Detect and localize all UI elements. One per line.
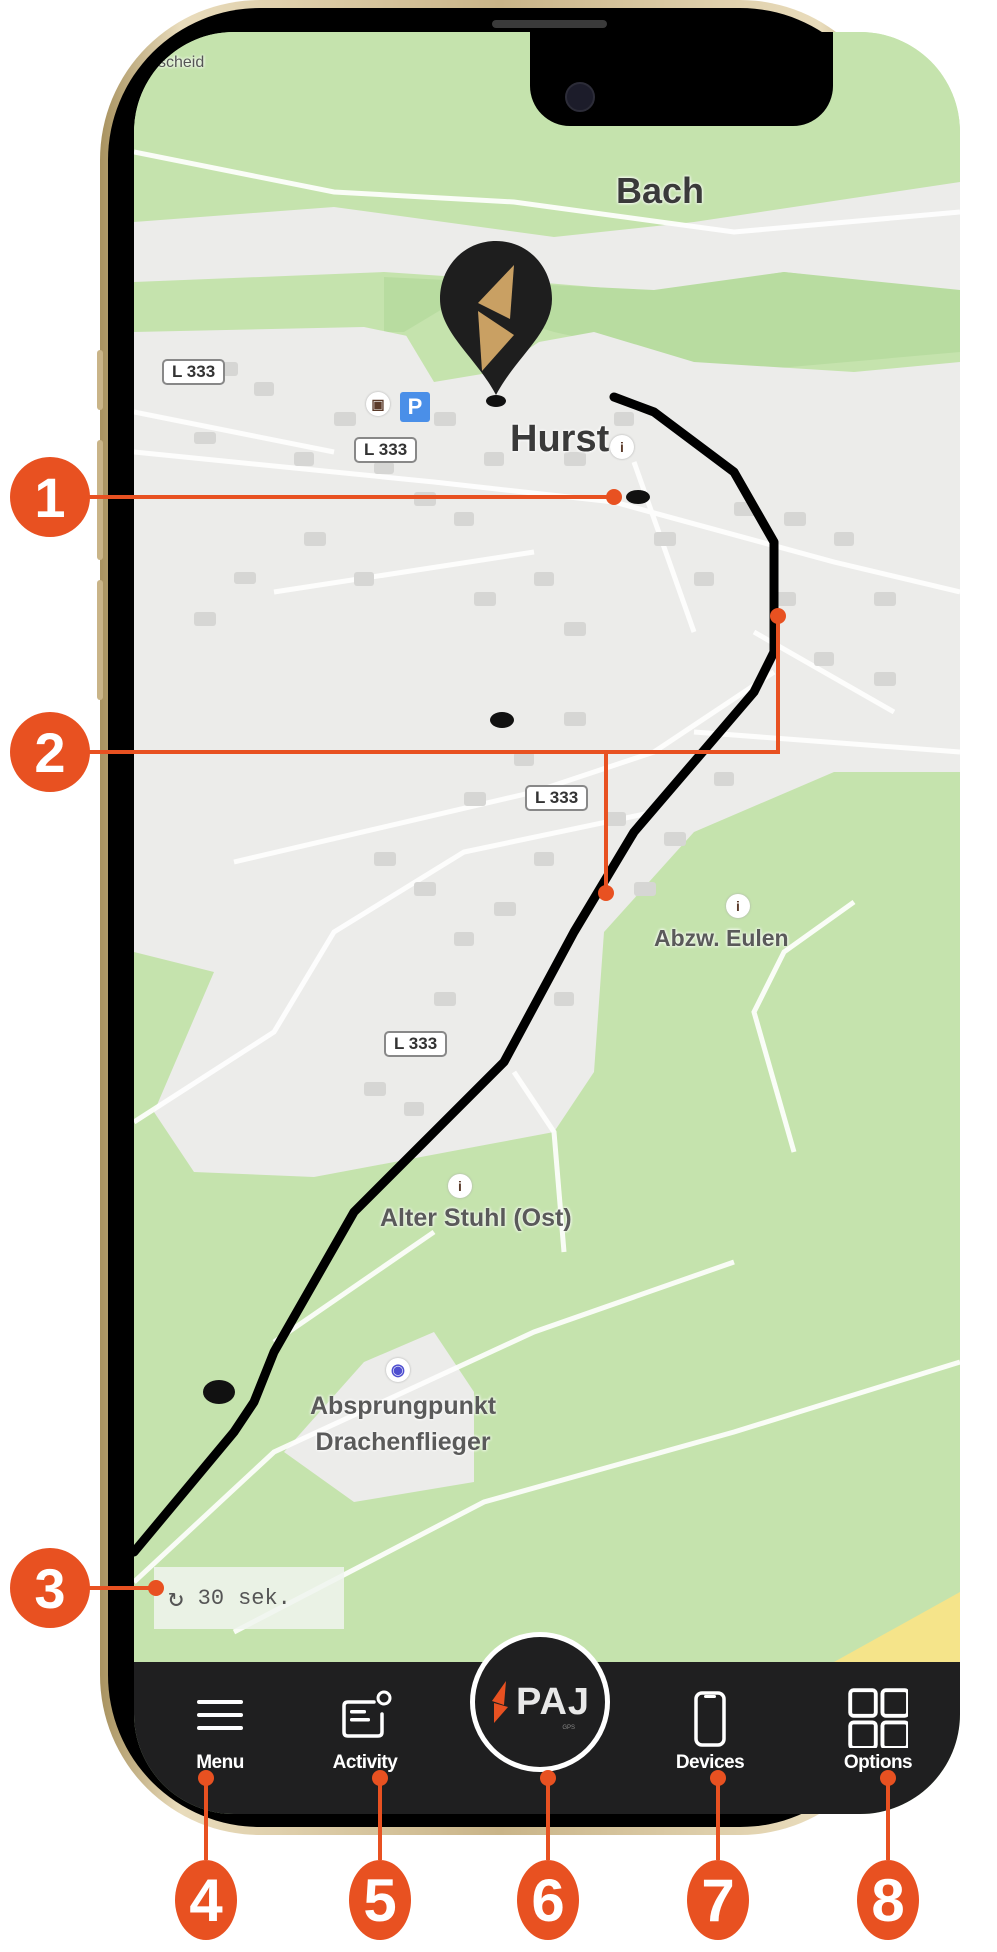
paj-logo-subtext: GPS [562, 1725, 575, 1731]
parking-icon[interactable]: P [400, 392, 430, 422]
nav-devices-label: Devices [675, 1752, 745, 1773]
track-point[interactable] [203, 1380, 235, 1404]
nav-devices-button[interactable]: Devices [650, 1688, 770, 1774]
nav-menu-button[interactable]: Menu [170, 1688, 270, 1774]
nav-options-label: Options [843, 1752, 913, 1773]
smartphone-icon [694, 1691, 726, 1747]
place-label-bach[interactable]: Bach [616, 170, 704, 212]
map-view[interactable]: i Halscheid Bach Hurst i ▣ P L 333 L 333… [134, 32, 960, 1662]
phone-notch [530, 32, 833, 126]
side-button [97, 440, 103, 560]
road-shield: L 333 [162, 359, 226, 385]
road-shield: L 333 [354, 437, 418, 463]
screen-content: i Halscheid Bach Hurst i ▣ P L 333 L 333… [134, 32, 960, 1814]
poi-icon[interactable]: i [148, 34, 168, 54]
place-label-absprung[interactable]: Absprungpunkt Drachenflieger [310, 1388, 496, 1460]
info-icon[interactable]: i [726, 894, 750, 918]
track-point[interactable] [626, 490, 650, 504]
nav-activity-label: Activity [332, 1752, 398, 1773]
refresh-interval-unit: sek. [238, 1585, 291, 1611]
nav-activity-button[interactable]: Activity [300, 1688, 430, 1774]
camera-icon[interactable]: ◉ [386, 1358, 410, 1382]
grid-icon [848, 1688, 908, 1748]
callout-badge-5: 5 [349, 1860, 411, 1940]
callout-badge-2: 2 [10, 712, 90, 792]
poi-icon[interactable]: i [610, 435, 634, 459]
road-shield: L 333 [525, 785, 589, 811]
place-label-alter-stuhl[interactable]: Alter Stuhl (Ost) [380, 1200, 572, 1236]
place-label-hurst[interactable]: Hurst [510, 418, 609, 461]
refresh-interval-value: 30 [197, 1585, 225, 1611]
place-label-absprung-line2: Drachenflieger [315, 1428, 491, 1456]
device-location-pin[interactable] [436, 237, 556, 397]
front-camera [565, 82, 595, 112]
place-label-absprung-line1: Absprungpunkt [310, 1392, 497, 1420]
place-label-abzw[interactable]: Abzw. Eulen [654, 920, 789, 956]
road-shield: L 333 [384, 1031, 448, 1057]
side-button [97, 350, 103, 410]
track-point[interactable] [490, 712, 514, 728]
callout-badge-4: 4 [175, 1860, 237, 1940]
paj-logo-icon [491, 1681, 508, 1723]
callout-badge-6: 6 [517, 1860, 579, 1940]
callout-badge-7: 7 [687, 1860, 749, 1940]
callout-badge-1: 1 [10, 457, 90, 537]
callout-badge-8: 8 [857, 1860, 919, 1940]
activity-icon [342, 1690, 392, 1738]
phone-speaker [492, 20, 607, 28]
paj-logo-text: PAJ [515, 1680, 591, 1723]
side-button [97, 580, 103, 700]
nav-menu-label: Menu [196, 1752, 244, 1773]
nav-paj-home-button[interactable]: PAJ GPS [470, 1632, 610, 1772]
bottom-navigation-bar: Menu Activity PAJ GPS Devices Options [134, 1632, 960, 1814]
place-label-halscheid[interactable]: Halscheid [134, 54, 204, 72]
callout-badge-3: 3 [10, 1548, 90, 1628]
refresh-interval-indicator[interactable]: ↻ 30 sek. [154, 1567, 344, 1629]
nav-options-button[interactable]: Options [818, 1688, 938, 1774]
info-icon[interactable]: i [448, 1174, 472, 1198]
refresh-icon: ↻ [168, 1583, 184, 1614]
train-station-icon[interactable]: ▣ [366, 392, 390, 416]
phone-screen: i Halscheid Bach Hurst i ▣ P L 333 L 333… [134, 32, 960, 1814]
hamburger-icon [197, 1700, 243, 1730]
